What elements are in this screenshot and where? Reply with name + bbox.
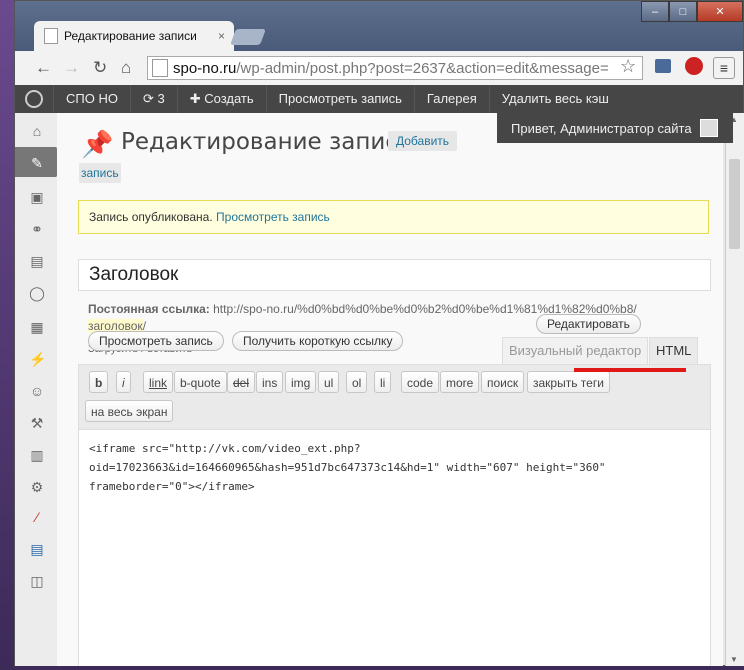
scrollbar-thumb[interactable]: [729, 159, 740, 249]
bookmark-star-icon[interactable]: ☆: [620, 56, 636, 77]
qt-li-button[interactable]: li: [374, 371, 392, 393]
qt-ins-button[interactable]: ins: [256, 371, 284, 393]
qt-code-button[interactable]: code: [401, 371, 440, 393]
pages-icon[interactable]: ▤: [29, 253, 45, 269]
edit-permalink-button[interactable]: Редактировать: [536, 314, 641, 334]
window-controls: – □ ✕: [641, 1, 743, 22]
tab-html[interactable]: HTML: [649, 337, 699, 365]
tab-title: Редактирование записи: [64, 29, 197, 43]
users-icon[interactable]: ☺: [29, 383, 45, 399]
wp-admin-sidebar: ⌂ ✎ ▣ ⚭ ▤ ◯ ▦ ⚡ ☺ ⚒ ▥ ⚙ ⁄ ▤ ◫: [15, 113, 63, 666]
qt-ul-button[interactable]: ul: [318, 371, 340, 393]
qt-italic-button[interactable]: i: [116, 371, 131, 393]
qt-link-button[interactable]: link: [143, 371, 174, 393]
qt-fullscreen-button[interactable]: на весь экран: [85, 400, 174, 422]
greeting-text: Привет, Администратор сайта: [511, 120, 692, 136]
notice-text: Запись опубликована.: [89, 210, 213, 224]
notice-view-post-link[interactable]: Просмотреть запись: [216, 210, 330, 224]
qt-bold-button[interactable]: b: [89, 371, 109, 393]
settings-icon[interactable]: ▥: [29, 447, 45, 463]
minimize-button[interactable]: –: [641, 1, 669, 22]
wordpress-logo-icon[interactable]: [15, 85, 54, 113]
adminbar-site-name[interactable]: СПО НО: [54, 85, 131, 113]
back-arrow-icon[interactable]: ←: [35, 58, 52, 78]
add-new-button-part1[interactable]: Добавить: [388, 131, 458, 151]
qt-del-button[interactable]: del: [227, 371, 256, 393]
plugin-form-icon[interactable]: ▤: [29, 541, 45, 557]
qt-search-button[interactable]: поиск: [481, 371, 525, 393]
adminbar-new[interactable]: ✚ Создать: [178, 85, 267, 113]
browser-titlebar: – □ ✕ Редактирование записи ×: [15, 1, 743, 51]
updates-icon: ⟳: [142, 91, 158, 106]
url-path: /wp-admin/post.php?post=2637&action=edit…: [236, 59, 609, 77]
qt-blockquote-button[interactable]: b-quote: [174, 371, 227, 393]
editor-line-2: oid=17023663&id=164660965&hash=951d7bc64…: [89, 461, 606, 474]
vertical-scrollbar[interactable]: ▲ ▼: [725, 113, 744, 666]
quicktags-toolbar: b i link b-quote del ins img ul ol li co…: [79, 365, 710, 430]
appearance-icon[interactable]: ▦: [29, 319, 45, 335]
qt-ol-button[interactable]: ol: [346, 371, 368, 393]
updated-notice: Запись опубликована. Просмотреть запись: [78, 200, 709, 234]
editor-textarea[interactable]: <iframe src="http://vk.com/video_ext.php…: [89, 439, 606, 496]
adminbar-gallery[interactable]: Галерея: [415, 85, 490, 113]
close-window-button[interactable]: ✕: [697, 1, 743, 22]
scroll-down-icon[interactable]: ▼: [730, 655, 738, 664]
red-annotation-line: [574, 368, 686, 372]
qt-more-button[interactable]: more: [440, 371, 480, 393]
tab-visual-editor[interactable]: Визуальный редактор: [502, 337, 649, 365]
page-title: Редактирование записи: [121, 129, 413, 155]
address-bar[interactable]: spo-no.ru/wp-admin/post.php?post=2637&ac…: [147, 56, 643, 80]
browser-menu-icon[interactable]: ≡: [713, 57, 735, 79]
reload-icon[interactable]: ↻: [93, 58, 107, 78]
posts-pin-icon[interactable]: ✎: [29, 155, 45, 171]
adminbar-view-post[interactable]: Просмотреть запись: [267, 85, 415, 113]
plugin-slash-icon[interactable]: ⁄: [29, 509, 45, 525]
editor-line-3: frameborder="0"></iframe>: [89, 480, 255, 493]
new-tab-button[interactable]: [230, 29, 266, 45]
post-title-input[interactable]: Заголовок: [78, 259, 711, 291]
maximize-button[interactable]: □: [669, 1, 697, 22]
add-new-button-part2[interactable]: запись: [79, 163, 121, 183]
browser-toolbar: ← → ↻ ⌂ spo-no.ru/wp-admin/post.php?post…: [15, 51, 743, 86]
adminbar-new-label: Создать: [204, 91, 254, 106]
media-icon[interactable]: ▣: [29, 189, 45, 205]
editor-line-1: <iframe src="http://vk.com/video_ext.php…: [89, 442, 361, 455]
comments-icon[interactable]: ◯: [29, 285, 45, 301]
updates-count: 3: [157, 91, 165, 106]
avatar: [699, 119, 718, 137]
post-editor: b i link b-quote del ins img ul ol li co…: [78, 364, 711, 666]
plus-icon: ✚: [189, 91, 205, 106]
wp-admin-bar: СПО НО ⟳ 3 ✚ Создать Просмотреть запись …: [15, 85, 743, 113]
links-icon[interactable]: ⚭: [29, 221, 45, 237]
url-host: spo-no.ru: [173, 59, 237, 77]
camera-extension-icon[interactable]: [655, 59, 671, 73]
home-icon[interactable]: ⌂: [121, 58, 131, 78]
browser-tab[interactable]: Редактирование записи ×: [34, 21, 234, 51]
main-content: 📌 Редактирование записи Добавить запись …: [57, 113, 723, 666]
forward-arrow-icon[interactable]: →: [63, 58, 80, 78]
tools-icon[interactable]: ⚒: [29, 415, 45, 431]
get-shortlink-button[interactable]: Получить короткую ссылку: [232, 331, 404, 351]
plugin-gear-icon[interactable]: ⚙: [29, 479, 45, 495]
plugin-gallery-icon[interactable]: ◫: [29, 573, 45, 589]
adminbar-my-account[interactable]: Привет, Администратор сайта: [497, 113, 733, 143]
pushpin-icon: 📌: [81, 129, 114, 159]
page-icon: [152, 59, 168, 77]
adminbar-updates[interactable]: ⟳ 3: [131, 85, 178, 113]
permalink-label: Постоянная ссылка:: [88, 302, 210, 316]
adblock-extension-icon[interactable]: [685, 57, 703, 75]
page-favicon-icon: [44, 28, 58, 44]
qt-img-button[interactable]: img: [285, 371, 317, 393]
view-post-button[interactable]: Просмотреть запись: [88, 331, 224, 351]
plugins-icon[interactable]: ⚡: [29, 351, 46, 367]
dashboard-icon[interactable]: ⌂: [29, 123, 45, 139]
adminbar-clear-cache[interactable]: Удалить весь кэш: [490, 85, 621, 113]
qt-close-tags-button[interactable]: закрыть теги: [527, 371, 610, 393]
browser-window: – □ ✕ Редактирование записи × ← → ↻ ⌂ sp…: [14, 0, 744, 666]
